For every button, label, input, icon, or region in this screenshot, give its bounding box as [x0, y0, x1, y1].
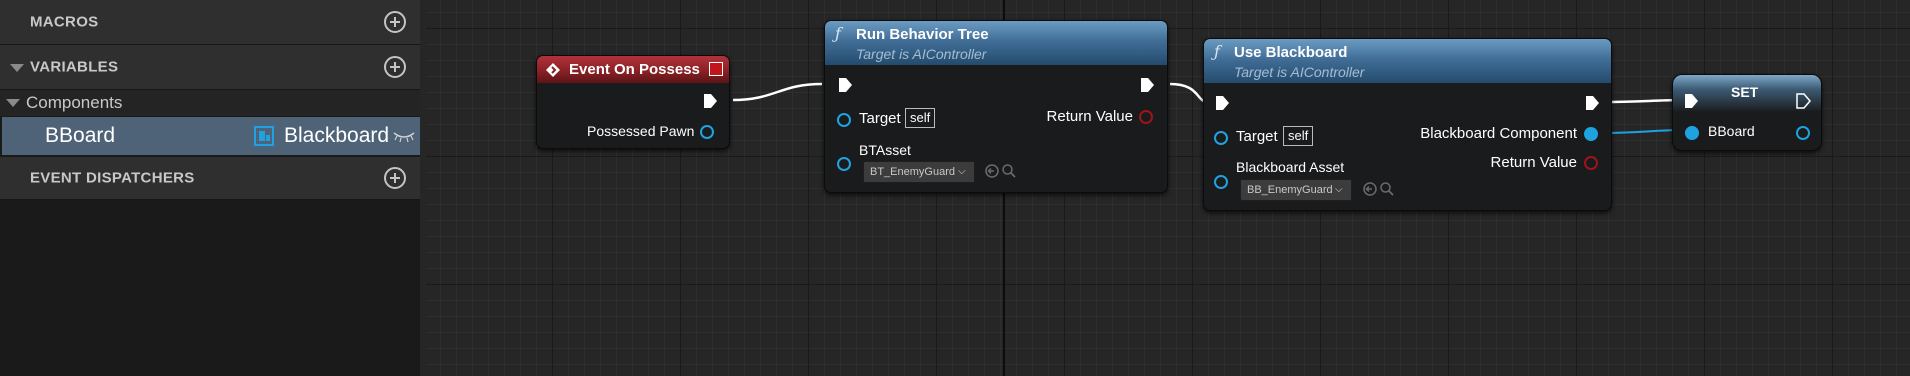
blackboard-component-pin[interactable]	[1584, 127, 1598, 141]
exec-in-pin[interactable]	[1214, 95, 1230, 111]
possessed-pawn-pin[interactable]	[700, 125, 714, 139]
search-icon[interactable]	[1379, 181, 1395, 197]
node-subtitle: Target is AIController	[1234, 64, 1365, 80]
btasset-label: BTAsset	[859, 142, 911, 158]
target-self-value[interactable]: self	[1283, 126, 1314, 146]
target-label: Target	[1236, 128, 1278, 145]
delegate-pin-icon[interactable]	[709, 62, 723, 76]
return-value-pin[interactable]	[1584, 156, 1598, 170]
browse-arrow-icon[interactable]	[984, 163, 1000, 179]
chevron-down-icon: ⌵	[958, 162, 970, 182]
target-label: Target	[859, 110, 901, 127]
bboard-out-pin[interactable]	[1796, 126, 1810, 140]
return-value-label: Return Value	[1490, 154, 1577, 171]
bboard-label: BBoard	[1708, 123, 1755, 139]
exec-out-pin[interactable]	[1795, 93, 1811, 109]
exec-wire-possess-to-runbt	[732, 82, 823, 102]
btasset-pin[interactable]	[837, 157, 851, 171]
btasset-combo[interactable]: BT_EnemyGuard ⌵	[863, 161, 975, 183]
set-variable-node[interactable]: SET BBoard	[1672, 74, 1822, 151]
btasset-value: BT_EnemyGuard	[870, 166, 955, 178]
event-on-possess-node[interactable]: Event On Possess Possessed Pawn	[536, 55, 730, 149]
exec-in-pin[interactable]	[1683, 93, 1699, 109]
blackboard-asset-value: BB_EnemyGuard	[1247, 184, 1333, 196]
bboard-in-pin[interactable]	[1685, 126, 1699, 140]
exec-out-pin[interactable]	[702, 93, 718, 109]
exec-in-pin[interactable]	[837, 77, 853, 93]
chevron-down-icon: ⌵	[1335, 180, 1347, 200]
node-title: Use Blackboard	[1234, 44, 1348, 61]
node-subtitle: Target is AIController	[856, 46, 987, 62]
blackboard-asset-pin[interactable]	[1214, 175, 1228, 189]
exec-wire-useblackboard-to-set	[1599, 98, 1683, 104]
exec-out-pin[interactable]	[1584, 95, 1600, 111]
search-icon[interactable]	[1001, 163, 1017, 179]
blackboard-component-label: Blackboard Component	[1420, 125, 1577, 142]
return-value-pin[interactable]	[1139, 110, 1153, 124]
target-pin[interactable]	[1214, 131, 1228, 145]
target-pin[interactable]	[837, 113, 851, 127]
use-blackboard-node[interactable]: ƒ Use Blackboard Target is AIController …	[1203, 38, 1612, 211]
browse-arrow-icon[interactable]	[1362, 181, 1378, 197]
function-f-icon: ƒ	[1214, 42, 1220, 61]
exec-out-pin[interactable]	[1139, 77, 1155, 93]
blackboard-asset-label: Blackboard Asset	[1236, 159, 1345, 175]
target-self-value[interactable]: self	[905, 108, 936, 128]
return-value-label: Return Value	[1046, 108, 1133, 125]
node-title: Event On Possess	[569, 61, 700, 78]
run-behavior-tree-node[interactable]: ƒ Run Behavior Tree Target is AIControll…	[824, 20, 1168, 193]
function-f-icon: ƒ	[835, 24, 841, 43]
node-title: SET	[1731, 84, 1759, 100]
event-diamond-icon	[546, 63, 560, 77]
blackboard-asset-combo[interactable]: BB_EnemyGuard ⌵	[1240, 179, 1352, 201]
node-title: Run Behavior Tree	[856, 26, 989, 43]
possessed-pawn-label: Possessed Pawn	[587, 123, 695, 139]
